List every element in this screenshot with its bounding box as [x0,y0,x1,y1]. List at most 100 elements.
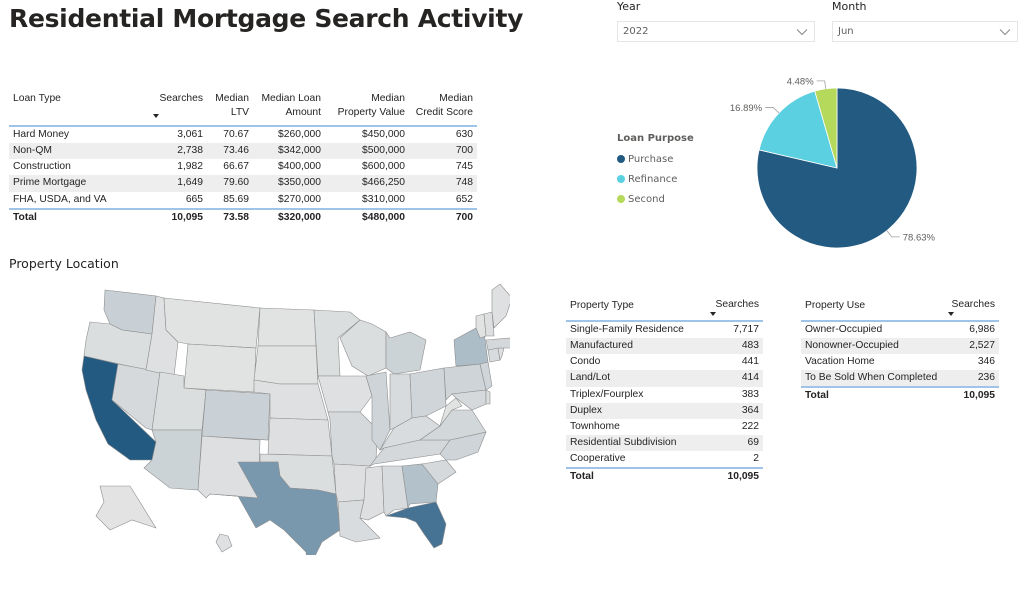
searches-cell: 3,061 [177,129,203,140]
property-value-cell: $500,000 [325,143,409,160]
map-state-mo[interactable] [327,411,379,467]
property-location-title: Property Location [9,256,119,271]
year-slicer-label: Year [617,0,641,13]
table-row[interactable]: Duplex 364 [566,402,763,419]
property-type-cell: Cooperative [570,453,626,465]
table-row[interactable]: Condo 441 [566,354,763,370]
table-total-row: Total 10,095 [566,468,763,485]
legend-item-refinance[interactable]: Refinance [617,169,694,189]
month-dropdown[interactable]: Jun [832,21,1018,42]
pie-leader-line [886,230,900,238]
table-header-row: Property Type Searches [566,299,763,321]
col-label: Property Use [805,300,866,311]
table-row[interactable]: Manufactured 483 [566,338,763,355]
property-type-cell: Land/Lot [566,370,703,387]
year-dropdown-value: 2022 [623,26,649,37]
col-median-ltv[interactable]: Median LTV [207,92,253,126]
col-searches[interactable]: Searches [149,92,207,126]
property-type-cell: Triplex/Fourplex [570,388,644,400]
map-state-co[interactable] [201,389,271,441]
table-row[interactable]: Hard Money 3,061 70.67 $260,000 $450,000 630 [9,126,477,143]
property-use-table: Property Use Searches Owner-Occupied 6,98… [801,299,999,404]
table-row[interactable]: Owner-Occupied 6,986 [801,321,999,338]
col-label: Property Type [570,300,634,311]
col-searches[interactable]: Searches [703,299,763,321]
col-median-credit-score[interactable]: Median Credit Score [409,92,477,126]
pie-leader-line [765,107,780,114]
searches-cell: 383 [741,388,759,400]
col-label: Median Loan [261,93,321,104]
searches-cell: 2 [753,453,759,465]
total-credit-score: 700 [455,211,473,223]
col-property-use[interactable]: Property Use [801,299,941,321]
col-label: Searches [159,93,203,104]
ltv-cell: 66.67 [223,161,249,173]
credit-score-cell: 652 [455,193,473,205]
map-state-ma[interactable] [485,337,510,351]
col-label: Median [439,93,473,104]
table-row[interactable]: Cooperative 2 [566,451,763,468]
table-row[interactable]: Non-QM 2,738 73.46 $342,000 $500,000 700 [9,143,477,160]
map-state-wy[interactable] [183,343,257,393]
loan-amount-cell: $260,000 [278,129,321,140]
col-median-property-value[interactable]: Median Property Value [325,92,409,126]
table-header-row: Property Use Searches [801,299,999,321]
loan-purpose-legend: Loan Purpose Purchase Refinance Second [617,133,694,209]
credit-score-cell: 748 [409,175,477,192]
total-label: Total [805,390,829,402]
col-searches[interactable]: Searches [941,299,999,321]
loan-amount-cell: $350,000 [253,175,325,192]
map-state-mt[interactable] [163,297,261,349]
map-state-ia[interactable] [317,375,373,413]
col-label: Searches [951,299,995,310]
table-row[interactable]: Single-Family Residence 7,717 [566,321,763,338]
chevron-down-icon [999,28,1011,35]
map-state-mi[interactable] [385,331,427,375]
map-state-hi[interactable] [215,533,233,553]
credit-score-cell: 745 [455,161,473,173]
credit-score-cell: 630 [455,129,473,140]
map-state-oh[interactable] [409,367,447,419]
year-dropdown[interactable]: 2022 [617,21,815,42]
map-state-sd[interactable] [253,345,319,385]
property-location-map[interactable] [60,280,510,555]
legend-item-second[interactable]: Second [617,189,694,209]
searches-cell: 2,738 [149,143,207,160]
sort-descending-icon [153,114,159,118]
legend-title: Loan Purpose [617,133,694,144]
map-state-de[interactable] [485,389,491,405]
map-state-me[interactable] [491,283,510,329]
table-row[interactable]: Triplex/Fourplex 383 [566,387,763,403]
table-row[interactable]: Nonowner-Occupied 2,527 [801,338,999,355]
searches-cell: 1,982 [177,161,203,173]
searches-cell: 222 [741,421,759,433]
legend-label: Purchase [628,153,674,165]
month-dropdown-value: Jun [838,26,854,37]
col-property-type[interactable]: Property Type [566,299,703,321]
pie-leader-line [816,80,827,89]
col-label: LTV [230,107,249,118]
table-row[interactable]: Residential Subdivision 69 [566,435,763,452]
table-row[interactable]: Townhome 222 [566,419,763,435]
col-median-loan-amount[interactable]: Median Loan Amount [253,92,325,126]
table-row[interactable]: Prime Mortgage 1,649 79.60 $350,000 $466,250… [9,175,477,192]
property-type-cell: Manufactured [566,338,703,355]
searches-cell: 414 [703,370,763,387]
col-loan-type[interactable]: Loan Type [9,92,149,126]
table-row[interactable]: Vacation Home 346 [801,354,999,370]
map-state-nd[interactable] [257,307,317,347]
table-total-row: Total 10,095 [801,387,999,404]
table-row[interactable]: Land/Lot 414 [566,370,763,387]
table-row[interactable]: FHA, USDA, and VA 665 85.69 $270,000 $310,00… [9,192,477,209]
table-row[interactable]: Construction 1,982 66.67 $400,000 $600,000 74… [9,159,477,175]
table-row[interactable]: To Be Sold When Completed 236 [801,370,999,388]
searches-cell: 441 [741,356,759,368]
month-slicer-label: Month [832,0,867,13]
searches-cell: 1,649 [149,175,207,192]
map-state-ks[interactable] [267,417,333,457]
map-state-ak[interactable] [95,485,157,531]
total-loan-amount: $320,000 [278,211,321,223]
searches-cell: 483 [703,338,763,355]
loan-type-cell: Prime Mortgage [9,175,149,192]
legend-item-purchase[interactable]: Purchase [617,149,694,169]
